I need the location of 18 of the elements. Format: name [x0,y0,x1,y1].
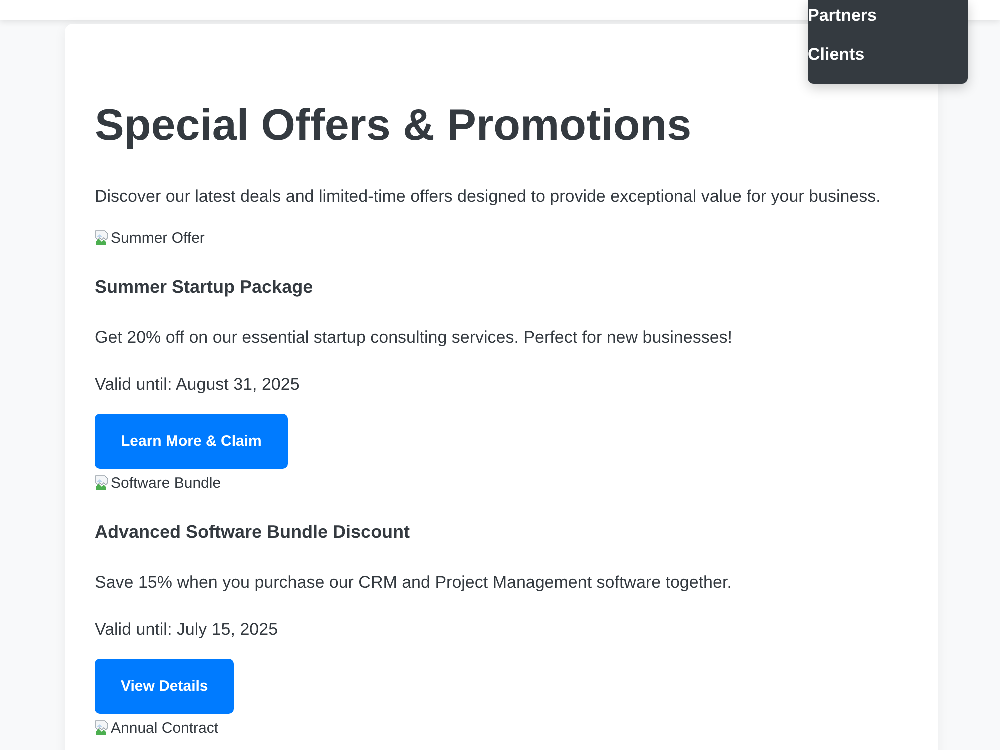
menu-item[interactable]: Clients [808,44,865,66]
offer-title: Advanced Software Bundle Discount [95,521,410,544]
offer-description: Save 15% when you purchase our CRM and Project Management software together. [95,572,732,594]
offer-title: Summer Startup Package [95,276,314,299]
validity-text: Valid until: July 15, 2025 [95,619,278,641]
intro-text: Discover our latest deals and limited-time offers designed to provide exceptional value for your business. [95,186,881,208]
menu-item[interactable]: Partners [808,5,877,27]
offer-button[interactable]: View Details [95,659,234,714]
offer-button[interactable]: Learn More & Claim [95,414,288,469]
image-alt-text: Summer Offer [111,230,205,248]
broken-image-icon [95,475,111,491]
image-alt-text: Software Bundle [111,475,222,493]
image-alt-text: Annual Contract [111,720,219,738]
validity-text: Valid until: August 31, 2025 [95,374,300,396]
broken-image-icon [95,720,111,736]
broken-image-icon [95,230,111,246]
page-title: Special Offers & Promotions [95,101,692,151]
offer-description: Get 20% off on our essential startup consulting services. Perfect for new businesses! [95,327,733,349]
